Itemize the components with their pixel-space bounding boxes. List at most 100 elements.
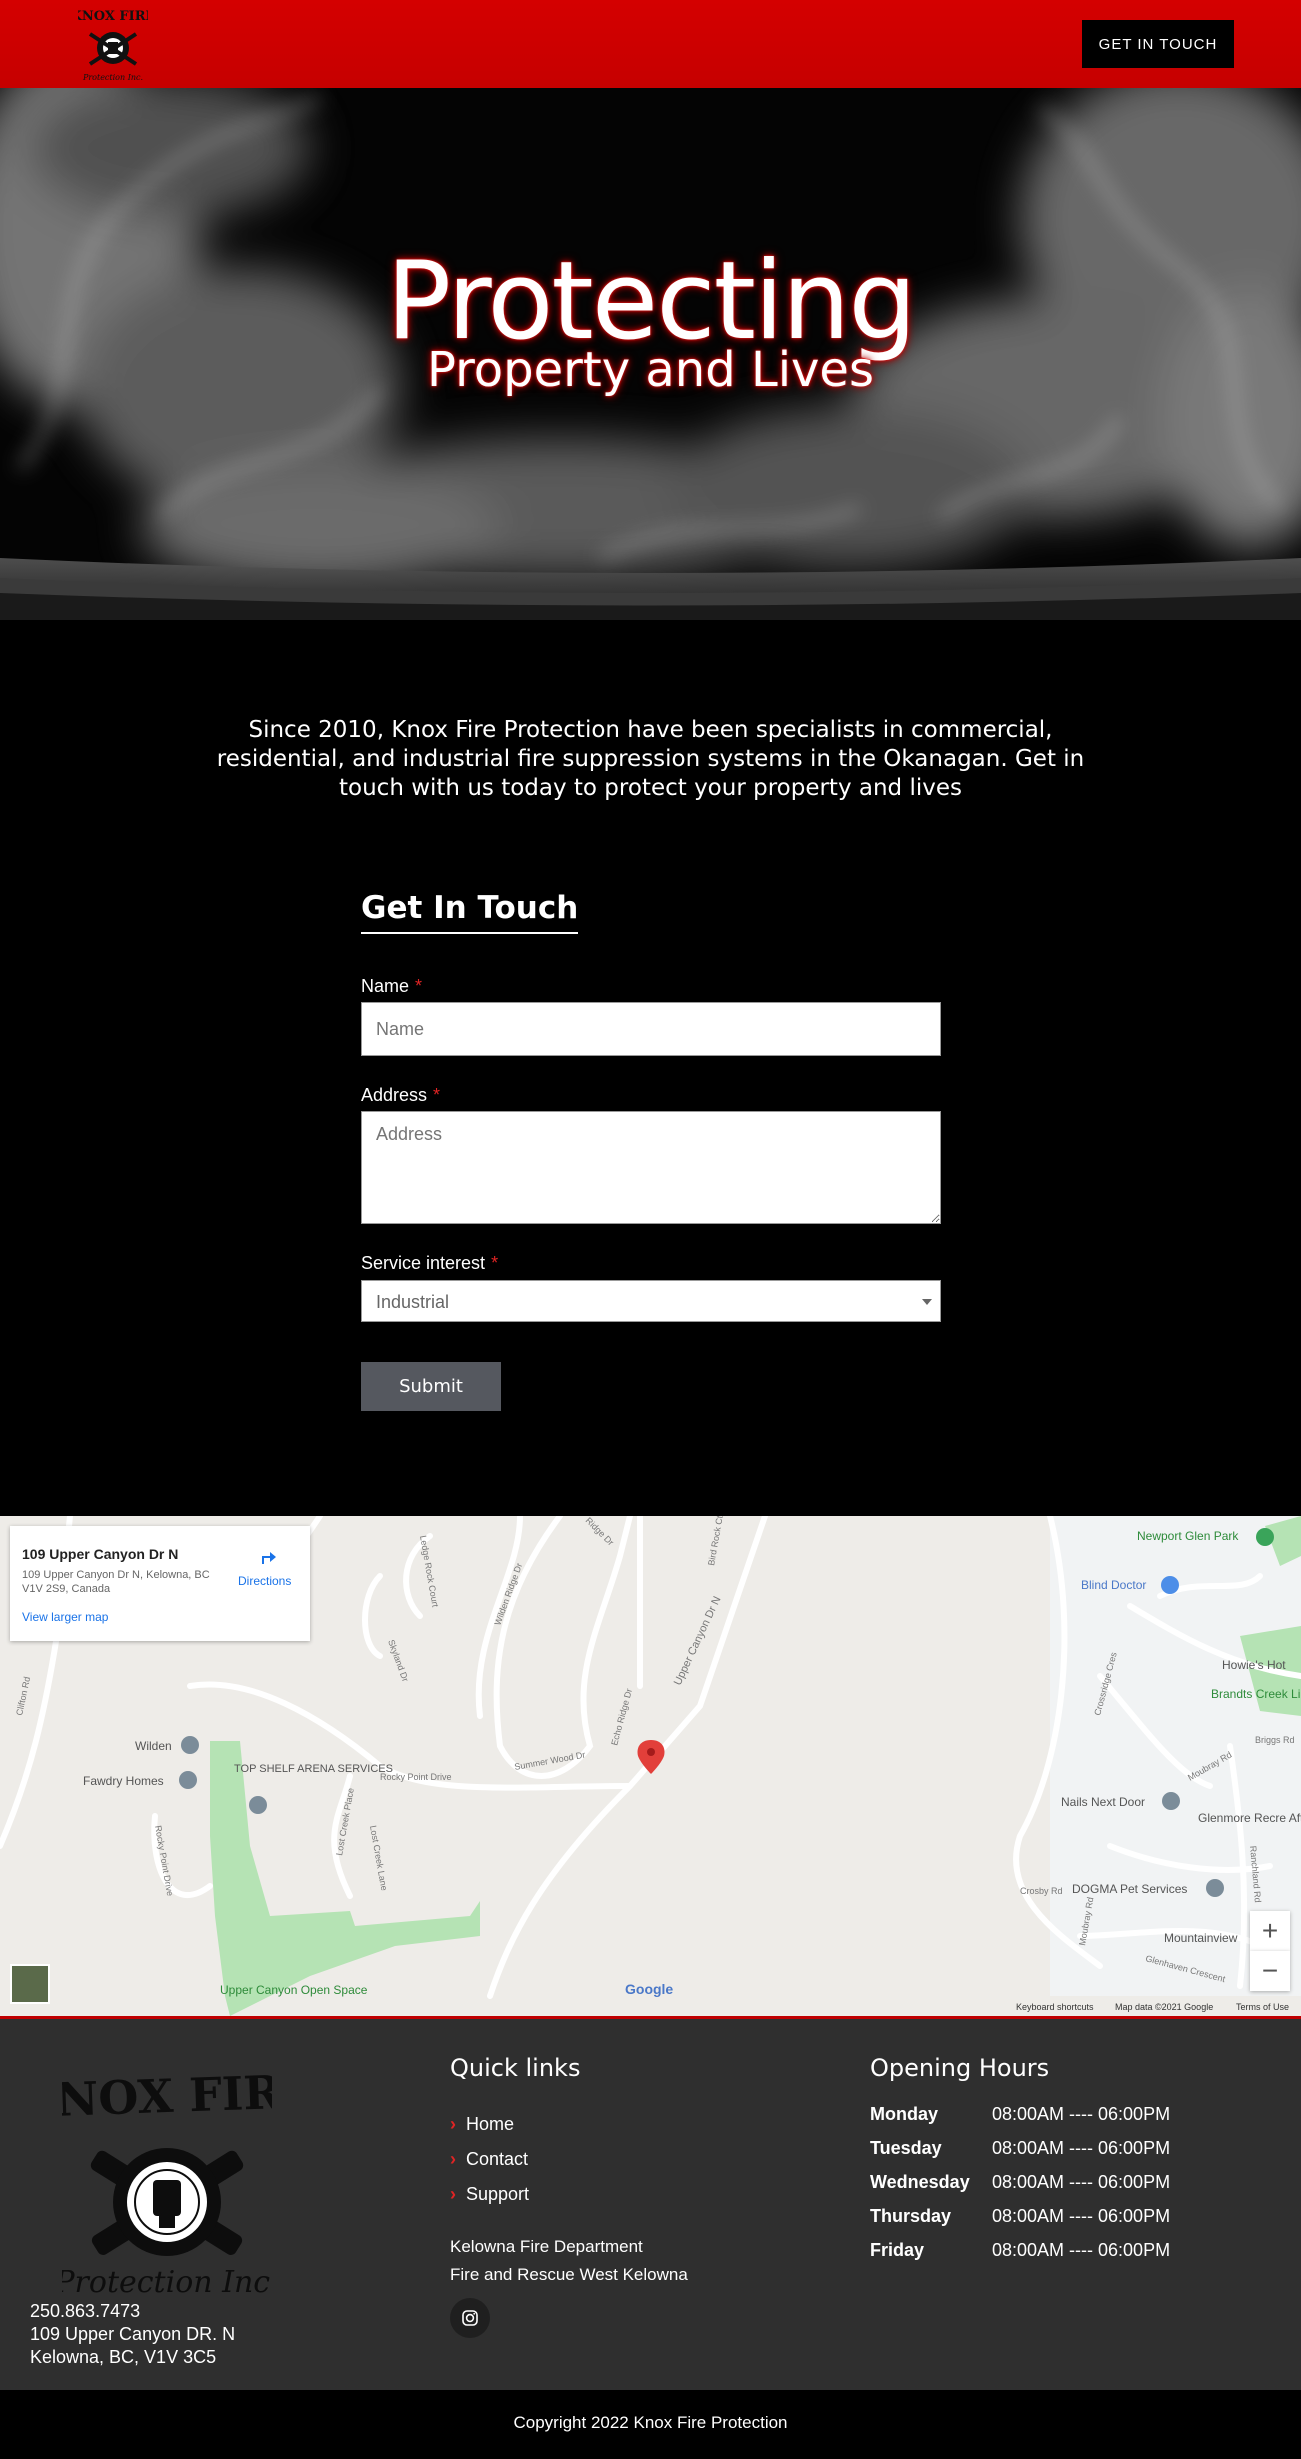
footer-logo-wordmark: KNOX FIRE xyxy=(62,2064,272,2128)
map-place-label: TOP SHELF ARENA SERVICES xyxy=(234,1763,393,1775)
map-footer-links: Keyboard shortcuts Map data ©2021 Google… xyxy=(0,2000,1301,2016)
directions-link[interactable]: Directions xyxy=(238,1574,291,1588)
site-header: KNOX FIRE Protection Inc. GET IN TOUCH xyxy=(0,0,1301,88)
map-card-title: 109 Upper Canyon Dr N xyxy=(22,1546,179,1562)
chevron-right-icon: › xyxy=(450,2184,456,2204)
hours-row: Thursday 08:00AM ---- 06:00PM xyxy=(870,2206,1200,2240)
zoom-in-button[interactable]: + xyxy=(1250,1911,1290,1951)
chevron-right-icon: › xyxy=(450,2114,456,2134)
service-selected-value: Industrial xyxy=(376,1292,450,1312)
phone-number[interactable]: 250.863.7473 xyxy=(30,2300,235,2323)
footer-logo: KNOX FIRE Protection Inc. xyxy=(15,2052,317,2307)
footer-contact: 250.863.7473 109 Upper Canyon DR. N Kelo… xyxy=(30,2300,235,2369)
hours-day: Wednesday xyxy=(870,2172,970,2192)
address-label-text: Address xyxy=(361,1085,428,1105)
hours-day: Tuesday xyxy=(870,2138,942,2158)
quick-links-title: Quick links xyxy=(450,2054,581,2082)
hero-title: Protecting xyxy=(386,239,917,364)
service-select[interactable]: Industrial xyxy=(361,1280,941,1322)
map-card-address: 109 Upper Canyon Dr N, Kelowna, BC V1V 2… xyxy=(22,1569,210,1595)
quick-link-home[interactable]: › Home xyxy=(450,2114,514,2135)
view-larger-map-link[interactable]: View larger map xyxy=(22,1610,108,1624)
map-place-label: Newport Glen Park xyxy=(1137,1529,1239,1543)
map-place-label: Glenmore Recre After School Pro xyxy=(1198,1811,1301,1825)
logo-wordmark: KNOX FIRE xyxy=(78,9,148,24)
map-street-label: Rocky Point Drive xyxy=(380,1772,452,1782)
required-marker: * xyxy=(415,976,423,996)
opening-hours-title: Opening Hours xyxy=(870,2054,1050,2082)
service-label: Service interest * xyxy=(361,1253,498,1274)
intro-text: Since 2010, Knox Fire Protection have be… xyxy=(216,717,1085,801)
address-textarea[interactable] xyxy=(361,1111,941,1224)
service-label-text: Service interest xyxy=(361,1253,486,1273)
quick-link-label: Contact xyxy=(466,2149,529,2169)
hero-subtitle: Property and Lives xyxy=(427,342,874,398)
hours-row: Wednesday 08:00AM ---- 06:00PM xyxy=(870,2172,1200,2206)
quick-link-label: Support xyxy=(466,2184,530,2204)
chevron-right-icon: › xyxy=(450,2149,456,2169)
name-field-group: Name * xyxy=(361,976,422,997)
required-marker: * xyxy=(433,1085,441,1105)
site-logo[interactable]: KNOX FIRE Protection Inc. xyxy=(71,4,156,84)
get-in-touch-button[interactable]: GET IN TOUCH xyxy=(1082,20,1234,68)
keyboard-shortcuts-link[interactable]: Keyboard shortcuts xyxy=(1016,2002,1094,2012)
partner-west-kelowna: Fire and Rescue West Kelowna xyxy=(450,2265,688,2284)
hours-row: Tuesday 08:00AM ---- 06:00PM xyxy=(870,2138,1200,2172)
required-marker: * xyxy=(491,1253,499,1273)
hero-banner: Protecting Property and Lives xyxy=(0,88,1301,620)
contact-form: Get In Touch Name* Address* Service inte… xyxy=(361,890,941,1411)
quick-link-label: Home xyxy=(466,2114,515,2134)
map-street-label: Briggs Rd xyxy=(1255,1735,1295,1745)
hours-day: Thursday xyxy=(870,2206,952,2226)
instagram-button[interactable] xyxy=(450,2298,490,2338)
map-place-label: Nails Next Door xyxy=(1061,1795,1145,1809)
address-field-group: Address * xyxy=(361,1085,440,1106)
map-place-label: Wilden xyxy=(135,1739,172,1753)
copyright-text: Copyright 2022 Knox Fire Protection xyxy=(0,2390,1301,2459)
footer-logo-tagline: Protection Inc. xyxy=(62,2265,272,2300)
map-street-label: Crosby Rd xyxy=(1020,1886,1063,1896)
hours-day: Friday xyxy=(870,2240,925,2260)
site-footer: KNOX FIRE Protection Inc. 250.863.7473 1… xyxy=(0,2024,1301,2390)
form-title: Get In Touch xyxy=(361,890,579,934)
hours-row: Friday 08:00AM ---- 06:00PM xyxy=(870,2240,1200,2274)
partner-kelowna-fire: Kelowna Fire Department xyxy=(450,2237,643,2256)
instagram-icon xyxy=(462,2310,478,2326)
hours-time: 08:00AM ---- 06:00PM xyxy=(992,2172,1171,2192)
submit-button[interactable]: Submit xyxy=(361,1362,501,1411)
name-label-text: Name xyxy=(361,976,410,996)
hours-day: Monday xyxy=(870,2104,939,2124)
hours-time: 08:00AM ---- 06:00PM xyxy=(992,2104,1171,2124)
opening-hours-list: Monday 08:00AM ---- 06:00PM Tuesday 08:00A… xyxy=(870,2104,1200,2274)
terms-of-use-link[interactable]: Terms of Use xyxy=(1236,2002,1289,2012)
map-place-label: Howie's Hot xyxy=(1222,1658,1286,1672)
hours-time: 08:00AM ---- 06:00PM xyxy=(992,2138,1171,2158)
hours-time: 08:00AM ---- 06:00PM xyxy=(992,2240,1171,2260)
satellite-toggle[interactable] xyxy=(10,1964,50,2004)
google-logo: Google xyxy=(625,1981,673,1997)
address-label: Address * xyxy=(361,1085,440,1106)
directions-icon[interactable] xyxy=(258,1546,278,1566)
name-input[interactable] xyxy=(361,1002,941,1056)
map-place-label: Upper Canyon Open Space xyxy=(220,1983,368,1997)
street-address: 109 Upper Canyon DR. N xyxy=(30,2324,236,2344)
quick-link-contact[interactable]: › Contact xyxy=(450,2149,528,2170)
hours-time: 08:00AM ---- 06:00PM xyxy=(992,2206,1171,2226)
map-info-card: 109 Upper Canyon Dr N 109 Upper Canyon D… xyxy=(10,1526,310,1641)
map-place-label: Blind Doctor xyxy=(1081,1578,1146,1592)
dropdown-caret-icon xyxy=(922,1299,932,1305)
city-address: Kelowna, BC, V1V 3C5 xyxy=(30,2347,217,2367)
hours-row: Monday 08:00AM ---- 06:00PM xyxy=(870,2104,1200,2138)
name-label: Name * xyxy=(361,976,422,997)
logo-tagline: Protection Inc. xyxy=(82,73,143,82)
zoom-out-button[interactable]: − xyxy=(1250,1951,1290,1991)
map-place-label: Brandts Creek Linear Park xyxy=(1211,1687,1301,1701)
map-place-label: Fawdry Homes xyxy=(83,1774,164,1788)
footer-divider xyxy=(0,2016,1301,2024)
map-data-attribution: Map data ©2021 Google xyxy=(1115,2002,1214,2012)
quick-link-support[interactable]: › Support xyxy=(450,2184,529,2205)
map-place-label: Mountainview xyxy=(1164,1931,1238,1945)
service-field-group: Service interest * xyxy=(361,1253,498,1274)
embedded-map[interactable]: Newport Glen Park Blind Doctor Howie's H… xyxy=(0,1516,1301,2016)
map-place-label: DOGMA Pet Services xyxy=(1072,1882,1187,1896)
